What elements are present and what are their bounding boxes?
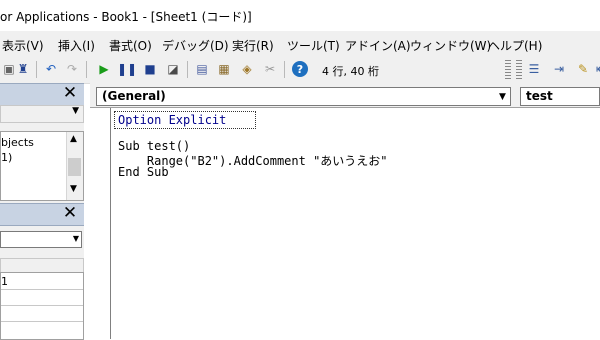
close-icon[interactable]: ✕ [62,205,78,222]
chevron-down-icon[interactable]: ▼ [495,88,510,105]
menu-addins[interactable]: アドイン(A) [345,37,411,54]
properties-panel-header: ✕ [0,203,84,226]
object-dropdown[interactable]: (General) ▼ [96,87,511,106]
toolbox-icon[interactable]: ✂ [261,60,279,78]
redo-icon[interactable]: ↷ [63,60,81,78]
toolbar-overflow[interactable] [505,60,511,80]
grid-line [1,305,83,306]
menu-format[interactable]: 書式(O) [109,37,152,54]
indent-icon[interactable]: ⇥ [550,60,568,78]
menu-insert[interactable]: 挿入(I) [58,37,95,54]
toolbar-separator [187,61,188,78]
properties-object-combo[interactable]: ▼ [0,231,82,248]
object-browser-icon[interactable]: ◈ [238,60,256,78]
scroll-down-icon[interactable]: ▼ [70,184,77,194]
undo-icon[interactable]: ↶ [42,60,60,78]
menu-debug[interactable]: デバッグ(D) [162,37,229,54]
code-line[interactable]: Option Explicit [118,113,226,127]
break-icon[interactable]: ❚❚ [117,60,137,78]
left-panels: ✕ ▼ bjects 1) ▲ ▼ ✕ ▼ 1 [0,83,84,340]
close-icon[interactable]: ✕ [62,85,78,102]
scroll-thumb[interactable] [68,158,81,176]
properties-grid[interactable]: 1 [0,272,84,340]
procedure-dropdown-value: test [526,89,553,103]
standard-toolbar: ▣ ♜ ↶ ↷ ▶ ❚❚ ■ ◪ ▤ ▦ ◈ ✂ ? 4 行, 40 桁 ☰ ⇥… [0,57,600,84]
property-value[interactable]: 1 [1,275,8,288]
menu-bar: 表示(V) 挿入(I) 書式(O) デバッグ(D) 実行(R) ツール(T) ア… [0,31,600,57]
grid-line [1,321,83,322]
toolbar-separator [36,61,37,78]
reset-icon[interactable]: ■ [141,60,159,78]
properties-window-icon[interactable]: ▦ [215,60,233,78]
project-toolbar: ▼ [0,105,84,123]
grid-line [1,289,83,290]
cursor-position: 4 行, 40 桁 [322,65,379,78]
toolbar-separator [86,61,87,78]
object-dropdown-value: (General) [102,89,166,103]
tree-item[interactable]: 1) [1,151,12,164]
code-line[interactable]: End Sub [118,165,169,179]
help-icon[interactable]: ? [291,60,309,78]
title-bar: or Applications - Book1 - [Sheet1 (コード)] [0,0,600,31]
bookmark-icon[interactable]: ✎ [574,60,592,78]
code-line[interactable]: Sub test() [118,139,190,153]
project-explorer-icon[interactable]: ▤ [193,60,211,78]
window-title: or Applications - Book1 - [Sheet1 (コード)] [0,10,252,24]
run-icon[interactable]: ▶ [95,60,113,78]
procedure-dropdown[interactable]: test [520,87,600,106]
scroll-up-icon[interactable]: ▲ [70,134,77,144]
menu-window[interactable]: ウィンドウ(W) [410,37,491,54]
menu-help[interactable]: ヘルプ(H) [488,37,542,54]
toolbar-grip[interactable] [516,60,522,80]
tree-item[interactable]: bjects [1,136,34,149]
design-mode-icon[interactable]: ◪ [164,60,182,78]
code-window: (General) ▼ test Option Explicit Sub tes… [90,83,600,339]
indicator-margin [90,108,111,339]
project-tree[interactable]: bjects 1) ▲ ▼ [0,131,84,201]
project-scrollbar[interactable]: ▲ ▼ [66,132,83,200]
comment-block-icon[interactable]: ☰ [525,60,543,78]
find-icon[interactable]: ♜ [14,60,32,78]
scroll-down-icon[interactable]: ▼ [72,106,79,116]
project-panel-header: ✕ [0,83,84,106]
menu-tools[interactable]: ツール(T) [287,37,340,54]
chevron-down-icon[interactable]: ▼ [73,234,79,243]
menu-view[interactable]: 表示(V) [2,37,44,54]
outdent-icon[interactable]: ⇤ [592,60,600,78]
menu-run[interactable]: 実行(R) [232,37,274,54]
toolbar-separator [284,61,285,78]
code-editor[interactable]: Option Explicit Sub test() Range("B2").A… [90,107,600,339]
